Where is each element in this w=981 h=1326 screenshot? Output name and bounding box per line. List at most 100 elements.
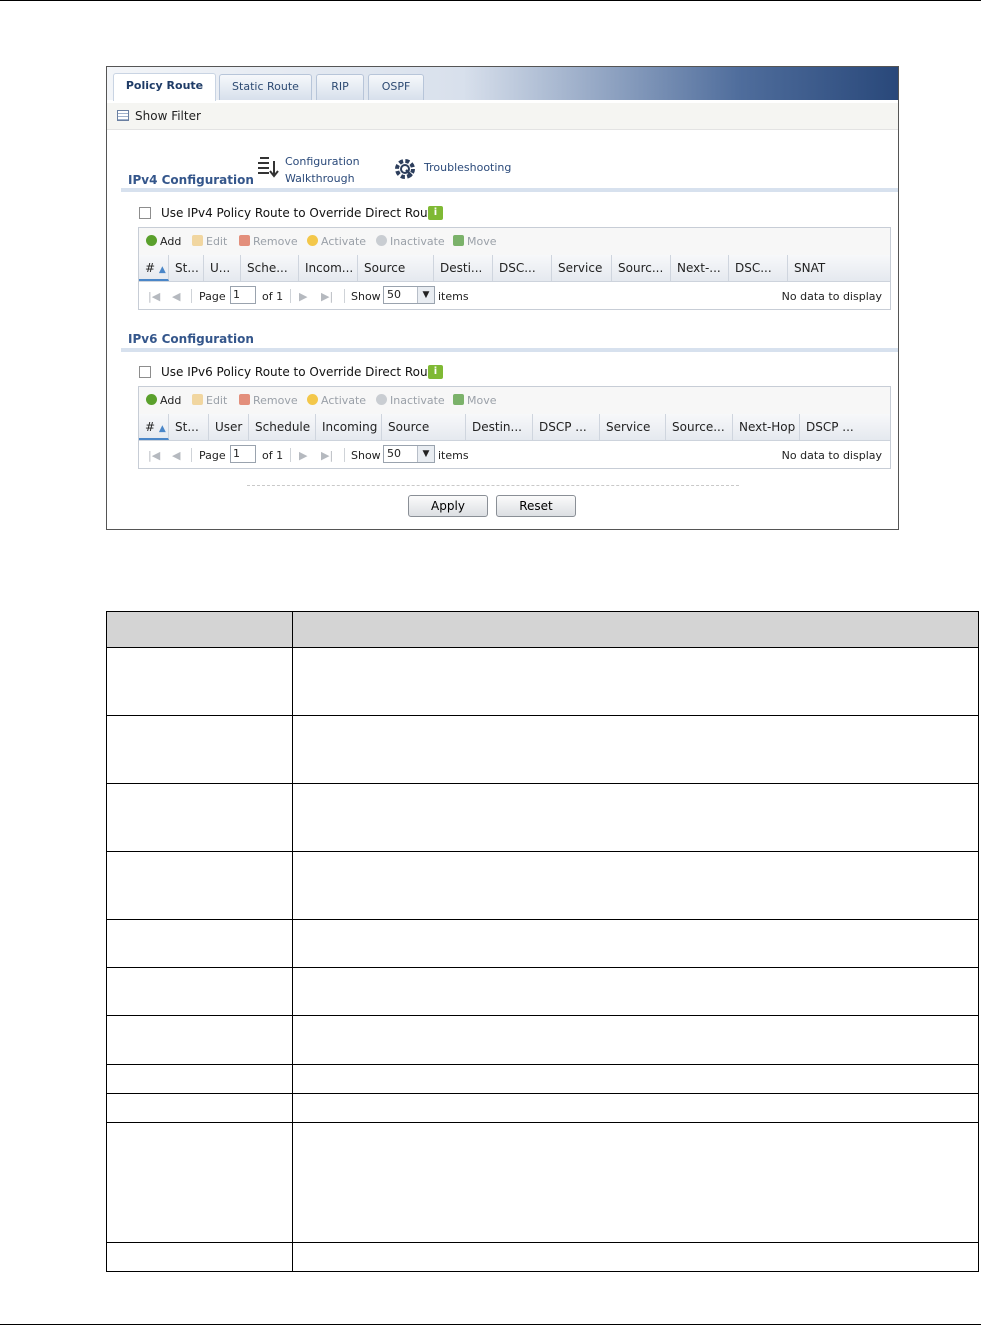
col-service[interactable]: Service [600, 414, 666, 440]
ipv6-activate-button[interactable]: Activate [307, 394, 366, 407]
info-icon[interactable]: i [428, 365, 443, 379]
ipv6-remove-button[interactable]: Remove [239, 394, 298, 407]
tab-policy-route[interactable]: Policy Route [113, 73, 216, 101]
first-page-icon[interactable]: |◀ [148, 449, 160, 462]
next-page-icon[interactable]: ▶ [299, 290, 307, 303]
col-next-hop[interactable]: Next-Hop [733, 414, 800, 440]
next-page-icon[interactable]: ▶ [299, 449, 307, 462]
prev-page-icon[interactable]: ◀ [172, 449, 180, 462]
page-top-rule [0, 0, 981, 1]
tab-rip[interactable]: RIP [316, 74, 364, 100]
apply-button[interactable]: Apply [408, 495, 488, 517]
table-row [107, 1093, 978, 1122]
info-icon[interactable]: i [428, 206, 443, 220]
prev-page-icon[interactable]: ◀ [172, 290, 180, 303]
col-dscp-marking[interactable]: DSCP ... [800, 414, 890, 440]
pager-separator [290, 289, 291, 303]
col-dscp-marking[interactable]: DSC... [729, 255, 788, 281]
col-index[interactable]: # ▲ [139, 255, 169, 281]
ipv4-policy-grid: Add Edit Remove Activate Inactivate Move… [138, 227, 891, 310]
page-number-input[interactable]: 1 [230, 286, 256, 304]
col-dscp[interactable]: DSC... [493, 255, 552, 281]
col-schedule[interactable]: Sche... [241, 255, 299, 281]
ipv4-activate-button[interactable]: Activate [307, 235, 366, 248]
ipv6-add-button[interactable]: Add [146, 394, 181, 407]
show-filter-link[interactable]: Show Filter [135, 109, 201, 123]
ipv4-edit-button[interactable]: Edit [192, 235, 227, 248]
bulb-off-icon [376, 235, 387, 246]
page-of-label: of 1 [262, 290, 284, 303]
pager-separator [191, 448, 192, 462]
ipv6-inactivate-button[interactable]: Inactivate [376, 394, 445, 407]
items-label: items [438, 290, 469, 303]
col-user[interactable]: User [209, 414, 249, 440]
troubleshooting-link[interactable]: Troubleshooting [424, 161, 511, 174]
trash-icon [239, 235, 250, 246]
ipv4-override-label: Use IPv4 Policy Route to Override Direct… [161, 206, 440, 220]
col-index[interactable]: # ▲ [139, 414, 169, 440]
col-user[interactable]: U... [204, 255, 241, 281]
col-destination[interactable]: Desti... [434, 255, 493, 281]
walkthrough-icon[interactable] [256, 155, 280, 181]
ipv4-inactivate-button[interactable]: Inactivate [376, 235, 445, 248]
page-size-select[interactable]: 50 ▼ [383, 445, 435, 463]
ipv4-override-checkbox[interactable] [139, 207, 151, 219]
table-row [107, 1064, 978, 1093]
remove-label: Remove [253, 235, 298, 248]
configuration-walkthrough-link[interactable]: Configuration Walkthrough [285, 153, 360, 187]
show-label: Show [351, 449, 381, 462]
chevron-down-icon[interactable]: ▼ [417, 287, 434, 303]
page-of-label: of 1 [262, 449, 284, 462]
ipv4-move-button[interactable]: Move [453, 235, 497, 248]
table-row [107, 1242, 978, 1271]
col-incoming[interactable]: Incom... [299, 255, 358, 281]
move-label: Move [467, 235, 497, 248]
no-data-message: No data to display [781, 290, 882, 303]
col-schedule[interactable]: Schedule [249, 414, 316, 440]
ipv6-override-checkbox[interactable] [139, 366, 151, 378]
bulb-on-icon [307, 235, 318, 246]
col-status[interactable]: St... [169, 255, 204, 281]
tab-static-route[interactable]: Static Route [219, 74, 312, 100]
first-page-icon[interactable]: |◀ [148, 290, 160, 303]
troubleshooting-gear-icon[interactable] [393, 157, 417, 181]
col-service[interactable]: Service [552, 255, 612, 281]
last-page-icon[interactable]: ▶| [321, 449, 333, 462]
ipv6-edit-button[interactable]: Edit [192, 394, 227, 407]
page-label: Page [199, 449, 226, 462]
col-status[interactable]: St... [169, 414, 209, 440]
page-size-select[interactable]: 50 ▼ [383, 286, 435, 304]
ipv4-toolbar: Add Edit Remove Activate Inactivate Move [139, 228, 890, 256]
last-page-icon[interactable]: ▶| [321, 290, 333, 303]
col-dscp[interactable]: DSCP ... [533, 414, 600, 440]
ipv4-add-button[interactable]: Add [146, 235, 181, 248]
move-icon [453, 235, 464, 246]
table-row [107, 919, 978, 967]
ipv4-pager: |◀ ◀ Page 1 of 1 ▶ ▶| Show 50 ▼ items No … [139, 284, 890, 310]
col-source[interactable]: Source [382, 414, 466, 440]
col-source-port[interactable]: Sourc... [612, 255, 671, 281]
pager-separator [191, 289, 192, 303]
chevron-down-icon[interactable]: ▼ [417, 446, 434, 462]
ipv4-remove-button[interactable]: Remove [239, 235, 298, 248]
ipv6-pager: |◀ ◀ Page 1 of 1 ▶ ▶| Show 50 ▼ items No … [139, 443, 890, 469]
edit-label: Edit [206, 394, 228, 407]
tab-ospf[interactable]: OSPF [368, 74, 424, 100]
ipv6-move-button[interactable]: Move [453, 394, 497, 407]
filter-list-icon[interactable] [117, 110, 129, 121]
ipv4-section-title: IPv4 Configuration [128, 173, 254, 187]
col-source-port[interactable]: Source... [666, 414, 733, 440]
col-destination[interactable]: Destin... [466, 414, 533, 440]
field-description-table [106, 611, 979, 1272]
table-header-row [107, 612, 978, 648]
col-incoming[interactable]: Incoming [316, 414, 382, 440]
ipv6-column-header: # ▲ St... User Schedule Incoming Source … [139, 414, 890, 441]
ipv4-section-divider [121, 188, 898, 192]
col-snat[interactable]: SNAT [788, 255, 890, 281]
col-next-hop[interactable]: Next-... [671, 255, 729, 281]
ipv4-column-header: # ▲ St... U... Sche... Incom... Source D… [139, 255, 890, 282]
activate-label: Activate [321, 235, 367, 248]
reset-button[interactable]: Reset [496, 495, 576, 517]
col-source[interactable]: Source [358, 255, 434, 281]
page-number-input[interactable]: 1 [230, 445, 256, 463]
